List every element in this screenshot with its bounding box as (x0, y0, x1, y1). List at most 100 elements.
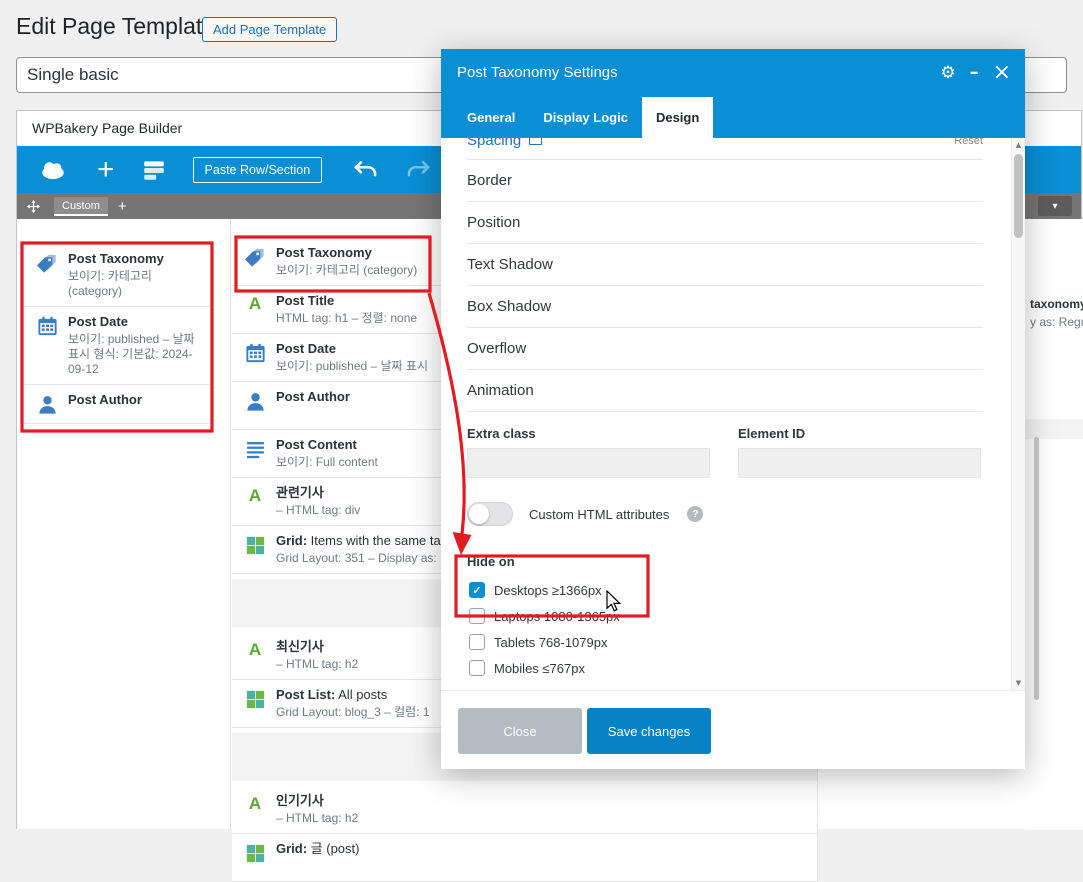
element-text: Post Date 보이기: published – 날짜 표시 형식: 기본값:… (68, 314, 195, 376)
spacing-section-clipped[interactable]: Spacing Reset (467, 138, 983, 160)
letter-a-icon: A (248, 794, 262, 813)
minimize-icon[interactable]: – (970, 49, 979, 97)
element-text: 최신기사 – HTML tag: h2 (276, 639, 359, 671)
gear-icon[interactable]: ⚙ (940, 49, 955, 97)
element-text: Grid: 글 (post) (276, 841, 360, 856)
element-text: Post Author (276, 389, 350, 404)
builder-element[interactable]: Post Author (24, 385, 210, 424)
element-text: Post Date 보이기: published – 날짜 표시 (276, 341, 428, 373)
devices-icon (529, 138, 543, 145)
element-id-field: Element ID (738, 426, 981, 478)
left-column-elements: Post Taxonomy 보이기: 카테고리 (category) Post Da… (24, 244, 210, 424)
layout-dropdown-button[interactable]: ▾ (1038, 196, 1072, 216)
option-label: Desktops ≥1366px (494, 582, 602, 598)
paste-row-section-button[interactable]: Paste Row/Section (192, 156, 323, 183)
tab-general[interactable]: General (453, 97, 529, 138)
fragment-text-1: taxonomy (1030, 297, 1083, 311)
user-icon (242, 389, 268, 413)
element-text: Grid: Items with the same taxo Grid Layou… (276, 533, 455, 565)
save-changes-button[interactable]: Save changes (587, 708, 711, 754)
undo-icon[interactable] (352, 156, 379, 183)
hide-on-label: Hide on (467, 554, 515, 569)
redo-icon[interactable] (405, 156, 432, 183)
element-text: Post Taxonomy 보이기: 카테고리 (category) (276, 245, 418, 277)
design-section-animation[interactable]: Animation (467, 370, 983, 412)
modal-header: Post Taxonomy Settings ⚙ – × (441, 49, 1025, 97)
help-icon[interactable]: ? (687, 506, 704, 522)
tags-icon (34, 251, 60, 275)
modal-tabs: General Display Logic Design (441, 97, 1025, 138)
page-title: Edit Page Template (16, 13, 216, 39)
builder-element[interactable]: Post Taxonomy 보이기: 카테고리 (category) (24, 244, 210, 307)
builder-element[interactable]: A 인기기사 – HTML tag: h2 (232, 786, 817, 834)
close-button[interactable]: Close (458, 708, 582, 754)
caret-down-icon: ▾ (1052, 200, 1058, 212)
toggle-knob (469, 504, 489, 524)
design-section-position[interactable]: Position (467, 202, 983, 244)
checkbox-icon[interactable] (469, 608, 485, 624)
list-icon (242, 437, 268, 461)
tab-design[interactable]: Design (641, 97, 714, 138)
post-taxonomy-settings-modal: Post Taxonomy Settings ⚙ – × General Disp… (441, 49, 1025, 769)
spacing-label: Spacing (467, 138, 522, 149)
close-icon[interactable]: × (993, 49, 1011, 97)
user-icon (34, 392, 60, 416)
checkbox-icon[interactable] (469, 634, 485, 650)
tab-custom[interactable]: Custom (54, 196, 108, 216)
templates-icon[interactable] (141, 157, 167, 183)
design-section-overflow[interactable]: Overflow (467, 328, 983, 370)
custom-html-attributes-label: Custom HTML attributes (529, 506, 670, 522)
scroll-up-icon[interactable]: ▲ (1012, 138, 1025, 152)
builder-scrollbar[interactable] (1034, 437, 1039, 700)
builder-element[interactable]: Grid: 글 (post) (232, 834, 817, 882)
option-label: Mobiles ≤767px (494, 660, 585, 676)
hide-on-option[interactable]: ✓ Desktops ≥1366px (441, 577, 1011, 603)
extra-class-label: Extra class (467, 426, 536, 441)
add-tab-icon[interactable]: + (118, 198, 127, 215)
element-text: 인기기사 – HTML tag: h2 (276, 793, 359, 825)
scrollbar-thumb[interactable] (1014, 154, 1023, 238)
hide-on-options: ✓ Desktops ≥1366px Laptops 1080-1365px Tabl… (441, 577, 1011, 681)
reset-link[interactable]: Reset (954, 138, 983, 147)
hide-on-option[interactable]: Tablets 768-1079px (441, 629, 1011, 655)
element-text: Post Title HTML tag: h1 – 정렬: none (276, 293, 418, 325)
grid-icon (242, 533, 268, 557)
calendar-icon (242, 341, 268, 365)
letter-a-icon: A (248, 294, 262, 313)
tags-icon (242, 245, 268, 269)
custom-html-attributes-toggle[interactable] (467, 502, 513, 526)
element-text: 관련기사 – HTML tag: div (276, 485, 361, 517)
element-text: Post Content 보이기: Full content (276, 437, 378, 469)
wpbakery-logo-icon (31, 154, 75, 186)
extra-class-input[interactable] (467, 448, 710, 478)
design-section-border[interactable]: Border (467, 160, 983, 202)
add-page-template-button[interactable]: Add Page Template (202, 17, 338, 42)
move-arrows-icon[interactable] (26, 199, 41, 214)
builder-element[interactable]: Post Date 보이기: published – 날짜 표시 형식: 기본값:… (24, 307, 210, 385)
checkbox-icon[interactable] (469, 660, 485, 676)
grid-icon (242, 687, 268, 711)
design-section-box-shadow[interactable]: Box Shadow (467, 286, 983, 328)
element-id-label: Element ID (738, 426, 806, 441)
option-label: Laptops 1080-1365px (494, 608, 620, 624)
checkbox-checked-icon[interactable]: ✓ (469, 582, 485, 598)
tab-display-logic[interactable]: Display Logic (529, 97, 642, 138)
element-text: Post List: All posts Grid Layout: blog_3 … (276, 687, 430, 719)
hide-on-option[interactable]: Mobiles ≤767px (441, 655, 1011, 681)
grid-icon (242, 841, 268, 865)
element-id-input[interactable] (738, 448, 981, 478)
modal-scrollbar[interactable]: ▲ ▼ (1011, 138, 1025, 690)
column-divider (230, 219, 231, 830)
extra-class-field: Extra class (467, 426, 710, 478)
design-section-text-shadow[interactable]: Text Shadow (467, 244, 983, 286)
modal-title: Post Taxonomy Settings (457, 64, 618, 81)
fragment-separator (1025, 419, 1083, 439)
element-text: Post Taxonomy 보이기: 카테고리 (category) (68, 251, 164, 298)
scroll-down-icon[interactable]: ▼ (1012, 676, 1025, 690)
element-text: Post Author (68, 392, 142, 407)
calendar-icon (34, 314, 60, 338)
letter-a-icon: A (248, 640, 262, 659)
add-element-icon[interactable]: + (97, 154, 115, 185)
fragment-text-2: y as: Regula (1030, 315, 1083, 329)
hide-on-option[interactable]: Laptops 1080-1365px (441, 603, 1011, 629)
